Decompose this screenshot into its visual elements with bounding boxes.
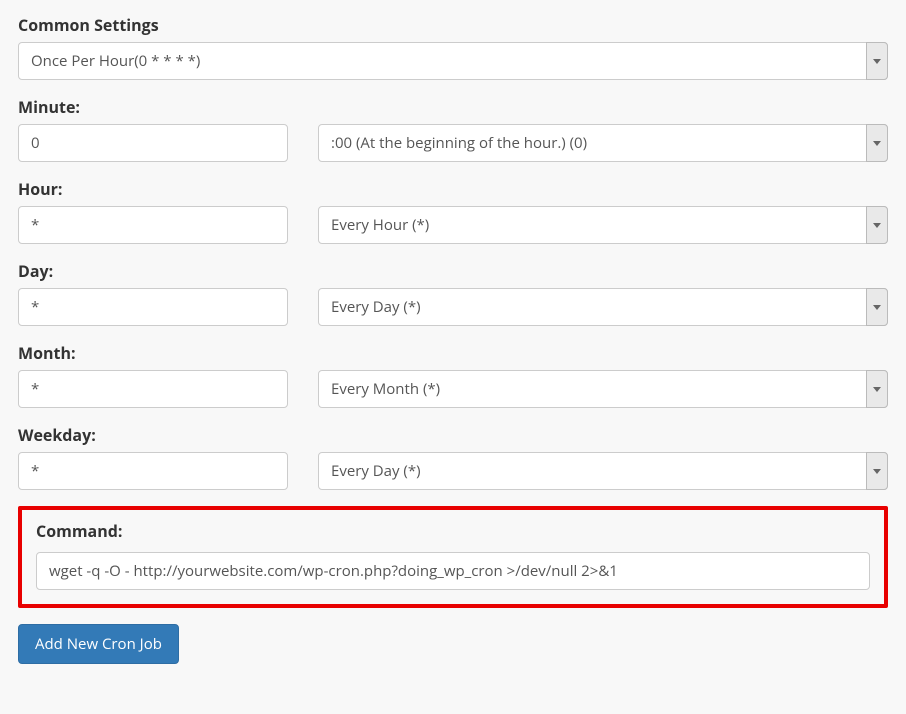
day-label: Day:: [18, 260, 888, 282]
minute-label: Minute:: [18, 96, 888, 118]
add-new-cron-job-button[interactable]: Add New Cron Job: [18, 624, 179, 664]
weekday-label: Weekday:: [18, 424, 888, 446]
command-highlight-box: Command:: [18, 506, 888, 608]
day-select[interactable]: Every Day (*): [318, 288, 888, 326]
month-input[interactable]: [18, 370, 288, 408]
command-input[interactable]: [36, 552, 870, 590]
minute-select[interactable]: :00 (At the beginning of the hour.) (0): [318, 124, 888, 162]
day-input[interactable]: [18, 288, 288, 326]
hour-select[interactable]: Every Hour (*): [318, 206, 888, 244]
month-label: Month:: [18, 342, 888, 364]
hour-label: Hour:: [18, 178, 888, 200]
weekday-select[interactable]: Every Day (*): [318, 452, 888, 490]
command-label: Command:: [36, 520, 870, 542]
month-select[interactable]: Every Month (*): [318, 370, 888, 408]
common-settings-label: Common Settings: [18, 14, 888, 36]
hour-input[interactable]: [18, 206, 288, 244]
weekday-input[interactable]: [18, 452, 288, 490]
common-settings-select[interactable]: Once Per Hour(0 * * * *): [18, 42, 888, 80]
minute-input[interactable]: [18, 124, 288, 162]
